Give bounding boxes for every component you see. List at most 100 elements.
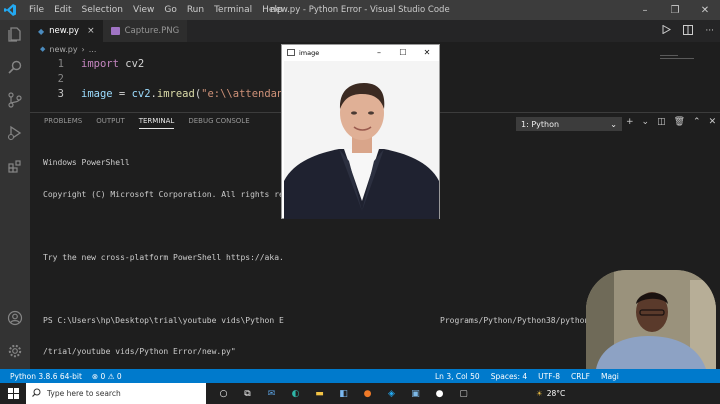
code-line: 2 — [30, 71, 64, 87]
tab-terminal[interactable]: TERMINAL — [138, 117, 175, 129]
image-window-titlebar[interactable]: image – ☐ ✕ — [282, 45, 439, 60]
new-terminal-icon[interactable]: + — [626, 117, 634, 127]
activity-bar — [0, 20, 30, 369]
minimap[interactable] — [660, 55, 700, 67]
github-icon[interactable]: ● — [432, 386, 447, 401]
indentation[interactable]: Spaces: 4 — [491, 372, 527, 381]
image-maximize-button[interactable]: ☐ — [391, 45, 415, 60]
menu-file[interactable]: File — [24, 0, 49, 20]
source-control-icon[interactable] — [5, 90, 25, 110]
module-name: cv2 — [118, 58, 145, 70]
taskbar-apps: ○ ⧉ ✉ ◐ ▬ ◧ ● ◈ ▣ ● ▢ — [216, 386, 471, 401]
vscode-taskbar-icon[interactable]: ◈ — [384, 386, 399, 401]
breadcrumb-file[interactable]: new.py — [49, 45, 77, 54]
menu-go[interactable]: Go — [159, 0, 181, 20]
line-number: 1 — [57, 58, 64, 70]
tab-label: new.py — [49, 26, 80, 36]
close-button[interactable]: ✕ — [690, 0, 720, 20]
restore-button[interactable]: ❐ — [660, 0, 690, 20]
edge-icon[interactable]: ◐ — [288, 386, 303, 401]
mail-icon[interactable]: ✉ — [264, 386, 279, 401]
panel-tabs: PROBLEMS OUTPUT TERMINAL DEBUG CONSOLE — [44, 117, 250, 129]
trash-icon[interactable]: 🗑 — [674, 117, 685, 127]
extensions-icon[interactable] — [5, 156, 25, 176]
weather-temperature[interactable]: 28°C — [547, 389, 566, 398]
editor-tabs: ◆ new.py × Capture.PNG — [30, 20, 720, 42]
chevron-down-icon: ⌄ — [610, 119, 617, 129]
settings-gear-icon[interactable] — [5, 341, 25, 361]
window-controls: – ❐ ✕ — [630, 0, 720, 20]
search-icon[interactable] — [5, 57, 25, 77]
language-mode[interactable]: Magi — [601, 372, 619, 381]
image-window[interactable]: image – ☐ ✕ — [281, 44, 440, 219]
app-icon[interactable]: ▣ — [408, 386, 423, 401]
run-file-icon[interactable] — [662, 24, 672, 37]
string-literal: "e:\\attendan — [201, 88, 284, 100]
cortana-icon[interactable]: ○ — [216, 386, 231, 401]
terminal-select[interactable]: 1: Python ⌄ — [516, 117, 622, 131]
firefox-icon[interactable]: ● — [360, 386, 375, 401]
search-placeholder: Type here to search — [47, 389, 121, 398]
problems-count[interactable]: ⊗ 0 ⚠ 0 — [92, 372, 122, 381]
python-interpreter[interactable]: Python 3.8.6 64-bit — [10, 372, 82, 381]
task-view-icon[interactable]: ⧉ — [240, 386, 255, 401]
tab-problems[interactable]: PROBLEMS — [44, 117, 82, 129]
breadcrumb: ◆ new.py › ... — [40, 42, 96, 56]
image-file-icon — [110, 27, 120, 35]
search-icon — [32, 388, 41, 399]
windows-start-icon[interactable] — [0, 383, 26, 404]
taskbar-search-input[interactable]: Type here to search — [26, 383, 206, 404]
terminal-select-value: 1: Python — [521, 119, 560, 129]
split-editor-icon[interactable] — [683, 24, 694, 38]
file-explorer-icon[interactable]: ▬ — [312, 386, 327, 401]
split-terminal-icon[interactable]: ◫ — [657, 117, 666, 127]
code-line: 3 image = cv2.imread("e:\\attendan — [30, 86, 284, 102]
tab-close-icon[interactable]: × — [87, 26, 95, 36]
tab-capture-png[interactable]: Capture.PNG — [102, 20, 188, 42]
run-debug-icon[interactable] — [5, 123, 25, 143]
system-tray: ☀ 28°C — [536, 383, 565, 404]
minimize-button[interactable]: – — [630, 0, 660, 20]
windows-taskbar: Type here to search ○ ⧉ ✉ ◐ ▬ ◧ ● ◈ ▣ ● … — [0, 383, 720, 404]
editor-actions: ··· — [662, 20, 714, 42]
store-icon[interactable]: ◧ — [336, 386, 351, 401]
operator: = — [112, 88, 132, 100]
breadcrumb-separator: › — [81, 44, 85, 54]
function-name: imread — [156, 88, 195, 100]
menu-run[interactable]: Run — [182, 0, 209, 20]
breadcrumb-more[interactable]: ... — [89, 45, 97, 54]
code-line: 1 import cv2 — [30, 56, 145, 72]
weather-icon[interactable]: ☀ — [536, 389, 543, 398]
end-of-line[interactable]: CRLF — [571, 372, 590, 381]
close-panel-icon[interactable]: ✕ — [709, 117, 717, 127]
menu-selection[interactable]: Selection — [77, 0, 128, 20]
image-window-controls: – ☐ ✕ — [367, 45, 439, 60]
menu-terminal[interactable]: Terminal — [209, 0, 257, 20]
portrait-image — [284, 61, 439, 219]
cursor-position[interactable]: Ln 3, Col 50 — [435, 372, 480, 381]
image-minimize-button[interactable]: – — [367, 45, 391, 60]
image-window-title: image — [299, 48, 320, 57]
code-text: image = cv2.imread("e:\\attendan — [81, 88, 283, 100]
maximize-panel-icon[interactable]: ⌃ — [693, 117, 701, 127]
image-viewer-icon[interactable]: ▢ — [456, 386, 471, 401]
code-text: import cv2 — [81, 58, 144, 70]
menu-view[interactable]: View — [128, 0, 159, 20]
tab-debug-console[interactable]: DEBUG CONSOLE — [188, 117, 249, 129]
line-number: 3 — [57, 88, 64, 100]
terminal-line: Try the new cross-platform PowerShell ht… — [43, 252, 284, 262]
window-icon — [287, 49, 295, 56]
tab-label: Capture.PNG — [124, 26, 180, 36]
more-actions-icon[interactable]: ··· — [705, 26, 714, 36]
explorer-icon[interactable] — [5, 24, 25, 44]
object: cv2 — [131, 88, 151, 100]
tab-new-py[interactable]: ◆ new.py × — [30, 20, 103, 42]
menu-help[interactable]: Help — [257, 0, 288, 20]
chevron-down-icon[interactable]: ⌄ — [642, 117, 650, 127]
image-close-button[interactable]: ✕ — [415, 45, 439, 60]
menu-edit[interactable]: Edit — [49, 0, 76, 20]
encoding[interactable]: UTF-8 — [538, 372, 560, 381]
menu-bar: File Edit Selection View Go Run Terminal… — [24, 0, 288, 20]
tab-output[interactable]: OUTPUT — [96, 117, 125, 129]
account-icon[interactable] — [5, 308, 25, 328]
